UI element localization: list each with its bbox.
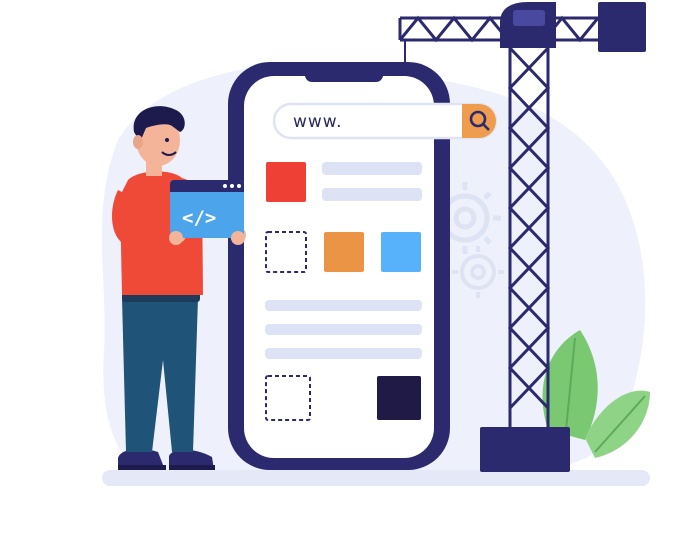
search-bar: www. (272, 102, 498, 140)
blue-block (381, 232, 421, 272)
code-window: </> (170, 180, 244, 238)
text-line-placeholder (265, 324, 422, 335)
website-under-construction-illustration: www. </> (101, 2, 650, 486)
phone-notch (305, 68, 383, 82)
red-block (266, 162, 306, 202)
url-text: www. (293, 112, 343, 132)
text-line-placeholder (265, 300, 422, 311)
code-icon: </> (182, 207, 216, 229)
text-line-placeholder (322, 162, 422, 175)
ground-line (102, 470, 650, 486)
orange-block (324, 232, 364, 272)
text-line-placeholder (265, 348, 422, 359)
text-line-placeholder (322, 188, 422, 201)
dark-block (377, 376, 421, 420)
